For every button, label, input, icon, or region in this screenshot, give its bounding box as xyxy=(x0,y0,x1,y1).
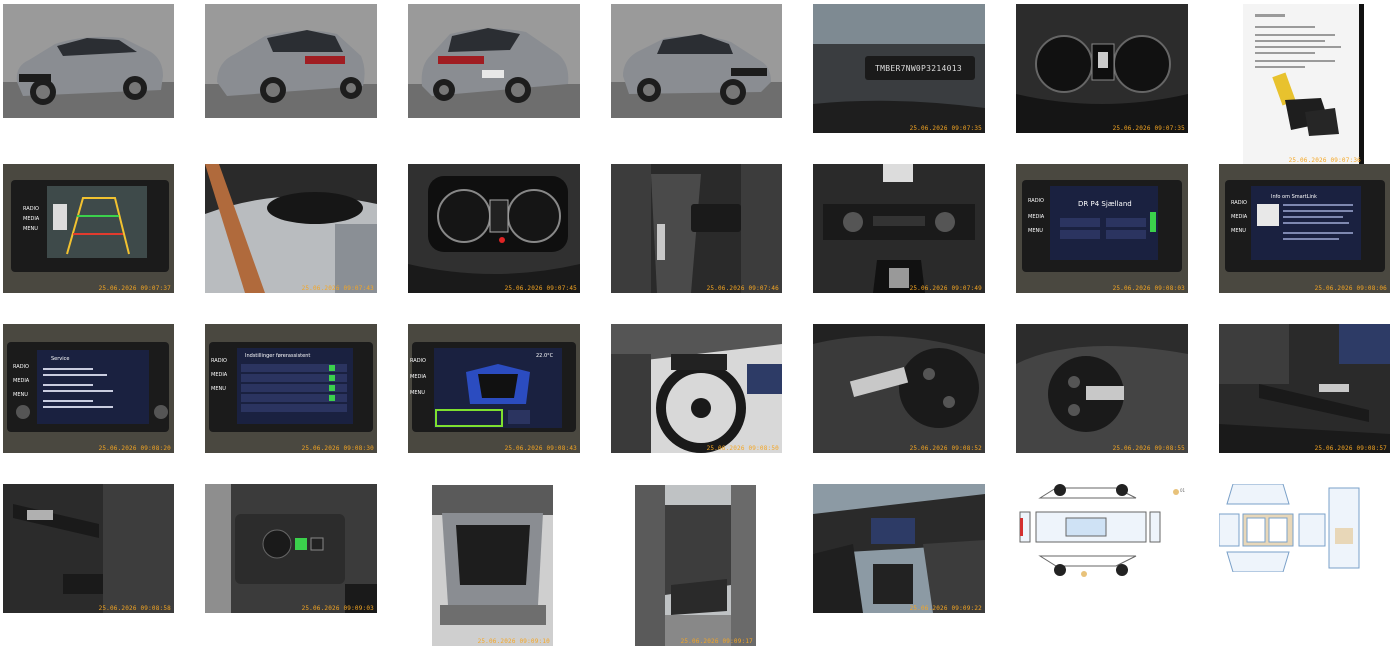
photo-rear-mirror[interactable]: 25.06.2026 09:07:43 xyxy=(205,164,377,293)
radio-label: RADIO xyxy=(23,206,39,212)
assist-screen-image xyxy=(205,324,377,453)
media-label: MEDIA xyxy=(410,374,427,380)
photo-timestamp: 25.06.2026 09:08:20 xyxy=(98,445,171,452)
radio-label: RADIO xyxy=(13,364,29,370)
climate-controls-image xyxy=(813,164,985,293)
photo-car-front-right[interactable] xyxy=(611,4,782,118)
car-rear-left-image xyxy=(205,4,377,118)
photo-smartlink-screen[interactable]: Info om SmartLink RADIO MEDIA MENU 25.06… xyxy=(1219,164,1390,293)
light-switch-image xyxy=(205,484,377,613)
photo-timestamp: 25.06.2026 09:07:36 xyxy=(1288,157,1361,164)
menu-label: MENU xyxy=(23,226,38,232)
photo-interior-front[interactable]: 25.06.2026 09:09:22 xyxy=(813,484,985,613)
photo-timestamp: 25.06.2026 09:09:10 xyxy=(477,638,550,645)
damage-legend-text: 01 xyxy=(1180,488,1186,493)
exterior-damage-diagram xyxy=(1016,484,1188,580)
photo-climate-controls[interactable]: 25.06.2026 09:07:49 xyxy=(813,164,985,293)
photo-timestamp: 25.06.2026 09:07:45 xyxy=(504,285,577,292)
photo-timestamp: 25.06.2026 09:09:03 xyxy=(301,605,374,612)
steering-left-buttons-image xyxy=(813,324,985,453)
photo-timestamp: 25.06.2026 09:08:43 xyxy=(504,445,577,452)
photo-climate-screen[interactable]: 22.0°C RADIO MEDIA MENU 25.06.2026 09:08… xyxy=(408,324,580,453)
radio-station-text: DR P4 Sjælland xyxy=(1078,200,1132,208)
photo-wiper-stalk[interactable]: 25.06.2026 09:08:57 xyxy=(1219,324,1390,453)
gear-shifter-image xyxy=(611,164,782,293)
radio-label: RADIO xyxy=(211,358,227,364)
climate-temp: 22.0°C xyxy=(536,353,554,359)
photo-car-rear-right[interactable] xyxy=(408,4,580,118)
photo-timestamp: 25.06.2026 09:08:58 xyxy=(98,605,171,612)
photo-timestamp: 25.06.2026 09:08:03 xyxy=(1112,285,1185,292)
photo-car-rear-left[interactable] xyxy=(205,4,377,118)
photo-timestamp: 25.06.2026 09:07:46 xyxy=(706,285,779,292)
climate-screen-image xyxy=(408,324,580,453)
photo-instrument-cluster[interactable]: 25.06.2026 09:07:35 xyxy=(1016,4,1188,133)
photo-timestamp: 25.06.2026 09:09:22 xyxy=(909,605,982,612)
photo-gear-shifter[interactable]: 25.06.2026 09:07:46 xyxy=(611,164,782,293)
photo-timestamp: 25.06.2026 09:07:35 xyxy=(909,125,982,132)
media-label: MEDIA xyxy=(13,378,30,384)
radio-label: RADIO xyxy=(1231,200,1247,206)
rear-seats-image xyxy=(635,485,756,646)
radio-label: RADIO xyxy=(410,358,426,364)
photo-steering-left-buttons[interactable]: 25.06.2026 09:08:52 xyxy=(813,324,985,453)
car-front-left-image xyxy=(3,4,174,118)
photo-timestamp: 25.06.2026 09:08:50 xyxy=(706,445,779,452)
menu-label: MENU xyxy=(211,386,226,392)
photo-timestamp: 25.06.2026 09:07:35 xyxy=(1112,125,1185,132)
steering-right-buttons-image xyxy=(1016,324,1188,453)
trunk-open-image xyxy=(432,485,553,646)
diagram-exterior-damage[interactable]: 01 xyxy=(1016,484,1188,580)
car-rear-right-image xyxy=(408,4,580,118)
media-label: MEDIA xyxy=(211,372,228,378)
interior-layout-diagram xyxy=(1219,484,1369,572)
cluster-close-image xyxy=(408,164,580,293)
photo-timestamp: 25.06.2026 09:09:17 xyxy=(680,638,753,645)
photo-steering-right-buttons[interactable]: 25.06.2026 09:08:55 xyxy=(1016,324,1188,453)
assist-title: Indstillinger førerassistent xyxy=(245,353,311,359)
photo-timestamp: 25.06.2026 09:08:52 xyxy=(909,445,982,452)
photo-rear-camera-screen[interactable]: RADIO MEDIA MENU 25.06.2026 09:07:37 xyxy=(3,164,174,293)
photo-timestamp: 25.06.2026 09:08:06 xyxy=(1314,285,1387,292)
media-label: MEDIA xyxy=(1028,214,1045,220)
photo-timestamp: 25.06.2026 09:07:43 xyxy=(301,285,374,292)
interior-front-image xyxy=(813,484,985,613)
photo-dashboard-steering[interactable]: 25.06.2026 09:08:50 xyxy=(611,324,782,453)
photo-radio-screen[interactable]: DR P4 Sjælland RADIO MEDIA MENU 25.06.20… xyxy=(1016,164,1188,293)
rear-mirror-image xyxy=(205,164,377,293)
photo-assist-screen[interactable]: Indstillinger førerassistent RADIO MEDIA… xyxy=(205,324,377,453)
menu-label: MENU xyxy=(1028,228,1043,234)
diagram-interior-layout[interactable] xyxy=(1219,484,1369,572)
menu-label: MENU xyxy=(13,392,28,398)
photo-light-switch[interactable]: 25.06.2026 09:09:03 xyxy=(205,484,377,613)
indicator-stalk-image xyxy=(3,484,174,613)
photo-rear-seats[interactable]: 25.06.2026 09:09:17 xyxy=(635,485,756,646)
photo-indicator-stalk[interactable]: 25.06.2026 09:08:58 xyxy=(3,484,174,613)
photo-timestamp: 25.06.2026 09:08:55 xyxy=(1112,445,1185,452)
media-label: MEDIA xyxy=(1231,214,1248,220)
car-front-right-image xyxy=(611,4,782,118)
service-screen-image xyxy=(3,324,174,453)
photo-vin-plate[interactable]: TMBER7NW0P3214013 25.06.2026 09:07:35 xyxy=(813,4,985,133)
radio-label: RADIO xyxy=(1028,198,1044,204)
instrument-cluster-image xyxy=(1016,4,1188,133)
photo-timestamp: 25.06.2026 09:07:37 xyxy=(98,285,171,292)
service-title: Service xyxy=(51,356,70,362)
wiper-stalk-image xyxy=(1219,324,1390,453)
photo-service-screen[interactable]: Service RADIO MEDIA MENU 25.06.2026 09:0… xyxy=(3,324,174,453)
vin-text: TMBER7NW0P3214013 xyxy=(875,64,962,73)
photo-cluster-close[interactable]: 25.06.2026 09:07:45 xyxy=(408,164,580,293)
photo-timestamp: 25.06.2026 09:07:49 xyxy=(909,285,982,292)
photo-documents-keys[interactable]: 25.06.2026 09:07:36 xyxy=(1243,4,1364,165)
photo-timestamp: 25.06.2026 09:08:57 xyxy=(1314,445,1387,452)
documents-keys-image xyxy=(1243,4,1364,165)
photo-car-front-left[interactable] xyxy=(3,4,174,118)
media-label: MEDIA xyxy=(23,216,40,222)
photo-trunk-open[interactable]: 25.06.2026 09:09:10 xyxy=(432,485,553,646)
smartlink-title: Info om SmartLink xyxy=(1271,194,1317,200)
dashboard-steering-image xyxy=(611,324,782,453)
menu-label: MENU xyxy=(1231,228,1246,234)
photo-timestamp: 25.06.2026 09:08:30 xyxy=(301,445,374,452)
menu-label: MENU xyxy=(410,390,425,396)
